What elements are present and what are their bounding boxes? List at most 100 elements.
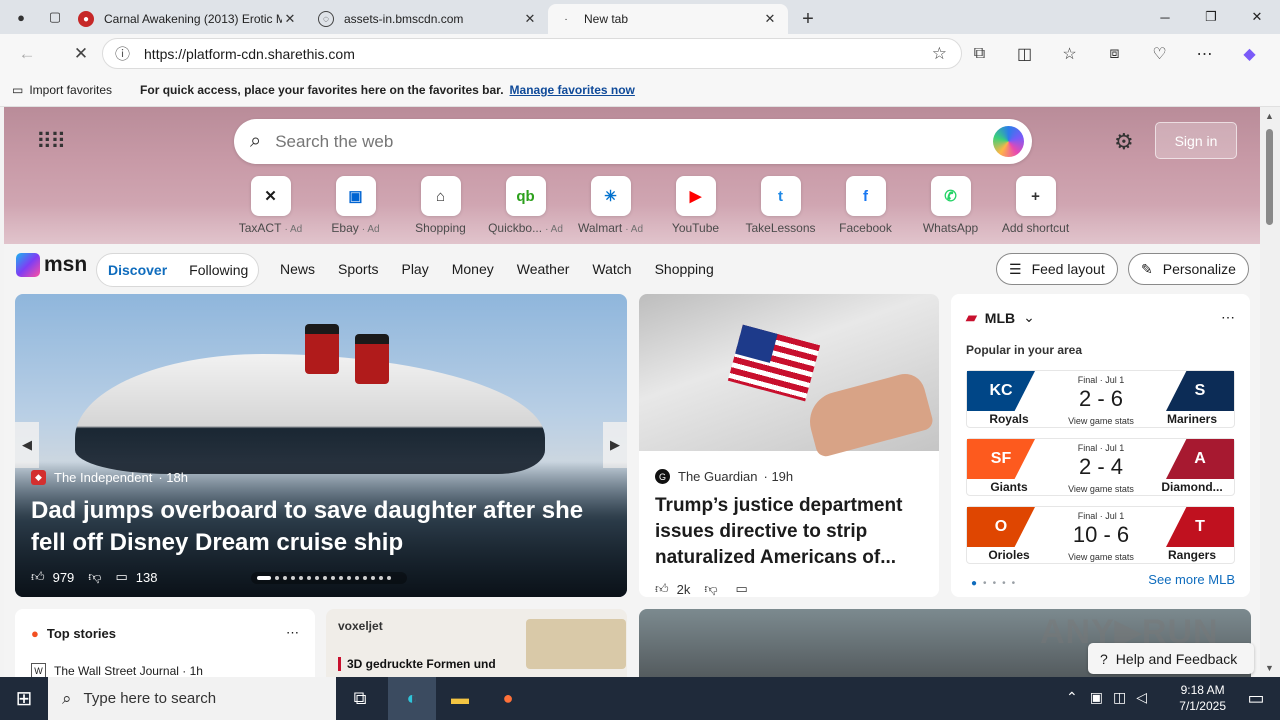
feed-layout-button[interactable]: ☰ Feed layout: [996, 253, 1118, 285]
carousel-dot[interactable]: [331, 576, 335, 580]
search-box[interactable]: ⌕ Search the web: [234, 119, 1032, 164]
like-icon[interactable]: 👍︎: [655, 581, 669, 597]
import-favorites-button[interactable]: Import favorites: [29, 83, 112, 97]
pager-dot[interactable]: •: [983, 578, 993, 589]
carousel-dot[interactable]: [283, 576, 287, 580]
file-explorer-icon[interactable]: ▬: [436, 677, 484, 720]
shortcut-2[interactable]: ⌂ Shopping: [398, 176, 483, 235]
shortcut-6[interactable]: t TakeLessons: [738, 176, 823, 235]
pager-dot[interactable]: •: [1012, 578, 1022, 589]
firefox-icon[interactable]: ●: [484, 677, 532, 720]
favorite-star-icon[interactable]: ☆: [932, 44, 947, 64]
shortcut-3[interactable]: qb Quickbo... · Ad: [483, 176, 568, 235]
nav-link-watch[interactable]: Watch: [592, 261, 631, 277]
more-menu-icon[interactable]: ⋯: [1182, 36, 1227, 72]
carousel-dot[interactable]: [371, 576, 375, 580]
search-input[interactable]: Search the web: [275, 132, 393, 152]
game-row[interactable]: SF A Final · Jul 12 - 4 View game stats Gian…: [966, 438, 1235, 496]
shortcut-7[interactable]: f Facebook: [823, 176, 908, 235]
carousel-dot[interactable]: [339, 576, 343, 580]
tab-2[interactable]: ◌ assets-in.bmscdn.com ✕: [308, 4, 548, 34]
extensions-icon[interactable]: ⧉: [957, 36, 1002, 72]
help-feedback-button[interactable]: ? Help and Feedback: [1088, 643, 1254, 674]
volume-icon[interactable]: ◁: [1136, 689, 1147, 706]
view-game-stats-link[interactable]: View game stats: [1051, 484, 1151, 494]
guardian-headline[interactable]: Trump’s justice department issues direct…: [655, 493, 925, 571]
new-tab-button[interactable]: +: [794, 5, 822, 33]
tab-following[interactable]: Following: [178, 262, 259, 278]
guardian-news-card[interactable]: G The Guardian · 19h Trump’s justice dep…: [639, 294, 939, 597]
ad-card[interactable]: voxeljet 3D gedruckte Formen und: [326, 609, 627, 677]
mlb-header[interactable]: ▰ MLB ⌄ ⋯: [966, 309, 1235, 326]
settings-gear-icon[interactable]: ⚙: [1114, 129, 1134, 155]
favorites-icon[interactable]: ☆: [1047, 36, 1092, 72]
tab-1[interactable]: ● Carnal Awakening (2013) Erotic M ✕: [68, 4, 308, 34]
like-icon[interactable]: 👍︎: [31, 569, 45, 585]
scrollbar-thumb[interactable]: [1266, 129, 1273, 225]
carousel-dot[interactable]: [363, 576, 367, 580]
game-row[interactable]: KC S Final · Jul 12 - 6 View game stats Roya…: [966, 370, 1235, 428]
carousel-dot[interactable]: [387, 576, 391, 580]
browser-essentials-icon[interactable]: ♡: [1137, 36, 1182, 72]
page-scrollbar[interactable]: ▲ ▼: [1260, 107, 1280, 677]
shortcut-8[interactable]: ✆ WhatsApp: [908, 176, 993, 235]
pager-dot[interactable]: •: [1002, 578, 1012, 589]
nav-link-weather[interactable]: Weather: [517, 261, 570, 277]
system-clock[interactable]: 9:18 AM 7/1/2025: [1179, 682, 1226, 714]
address-bar[interactable]: ⓘ https://platform-cdn.sharethis.com ☆: [102, 38, 962, 69]
carousel-dot[interactable]: [355, 576, 359, 580]
chevron-down-icon[interactable]: ⌄: [1023, 309, 1035, 326]
shortcut-5[interactable]: ▶ YouTube: [653, 176, 738, 235]
scroll-up-icon[interactable]: ▲: [1265, 111, 1274, 121]
close-window-icon[interactable]: ✕: [1234, 0, 1280, 34]
minimize-icon[interactable]: ─: [1142, 0, 1188, 34]
shortcut-0[interactable]: ✕ TaxACT · Ad: [228, 176, 313, 235]
copilot-search-icon[interactable]: [993, 126, 1024, 157]
view-game-stats-link[interactable]: View game stats: [1051, 552, 1151, 562]
notifications-icon[interactable]: ▭: [1232, 677, 1280, 720]
see-more-mlb-link[interactable]: See more MLB: [1148, 572, 1235, 587]
carousel-dot[interactable]: [379, 576, 383, 580]
sign-in-button[interactable]: Sign in: [1155, 122, 1237, 159]
tab-actions-icon[interactable]: ▢: [42, 4, 68, 30]
hero-headline[interactable]: Dad jumps overboard to save daughter aft…: [31, 495, 611, 559]
carousel-dot[interactable]: [347, 576, 351, 580]
close-tab-icon[interactable]: ✕: [282, 11, 298, 27]
dislike-icon[interactable]: 👎︎: [88, 569, 101, 585]
info-icon[interactable]: ⓘ: [115, 43, 130, 64]
stop-loading-button[interactable]: ✕: [64, 37, 98, 71]
carousel-dot[interactable]: [299, 576, 303, 580]
dislike-icon[interactable]: 👎︎: [704, 581, 717, 597]
nav-link-play[interactable]: Play: [401, 261, 428, 277]
network-icon[interactable]: ▣: [1090, 689, 1103, 706]
tab-discover[interactable]: Discover: [97, 262, 178, 278]
carousel-dot[interactable]: [291, 576, 295, 580]
edge-icon[interactable]: ◐: [388, 677, 436, 720]
hero-news-card[interactable]: ◀ ▶ ◆ The Independent · 18h Dad jumps ov…: [15, 294, 627, 597]
carousel-dot[interactable]: [275, 576, 279, 580]
task-view-icon[interactable]: ⧉: [336, 677, 384, 720]
taskbar-search-input[interactable]: Type here to search: [84, 690, 217, 707]
tab-3[interactable]: · New tab ✕: [548, 4, 788, 34]
shortcut-9[interactable]: + Add shortcut: [993, 176, 1078, 235]
msn-logo[interactable]: msn: [16, 253, 87, 277]
view-game-stats-link[interactable]: View game stats: [1051, 416, 1151, 426]
carousel-dot[interactable]: [315, 576, 319, 580]
nav-link-money[interactable]: Money: [452, 261, 494, 277]
carousel-dot[interactable]: [307, 576, 311, 580]
scroll-down-icon[interactable]: ▼: [1265, 663, 1274, 673]
windows-start-icon[interactable]: ⊞: [0, 677, 48, 720]
shortcut-4[interactable]: ✳ Walmart · Ad: [568, 176, 653, 235]
nav-link-shopping[interactable]: Shopping: [655, 261, 714, 277]
game-row[interactable]: O T Final · Jul 1 10 - 6 View game stats Orio…: [966, 506, 1235, 564]
split-screen-icon[interactable]: ◫: [1002, 36, 1047, 72]
more-options-icon[interactable]: ⋯: [1221, 309, 1235, 326]
comment-off-icon[interactable]: ▭: [736, 581, 748, 597]
wifi-icon[interactable]: ◫: [1113, 689, 1126, 706]
back-button[interactable]: ←: [10, 37, 44, 71]
close-tab-icon[interactable]: ✕: [762, 11, 778, 27]
carousel-dot[interactable]: [257, 576, 271, 580]
nav-link-sports[interactable]: Sports: [338, 261, 378, 277]
restore-icon[interactable]: ❐: [1188, 0, 1234, 34]
app-launcher-icon[interactable]: ⠿⠿: [36, 129, 66, 155]
